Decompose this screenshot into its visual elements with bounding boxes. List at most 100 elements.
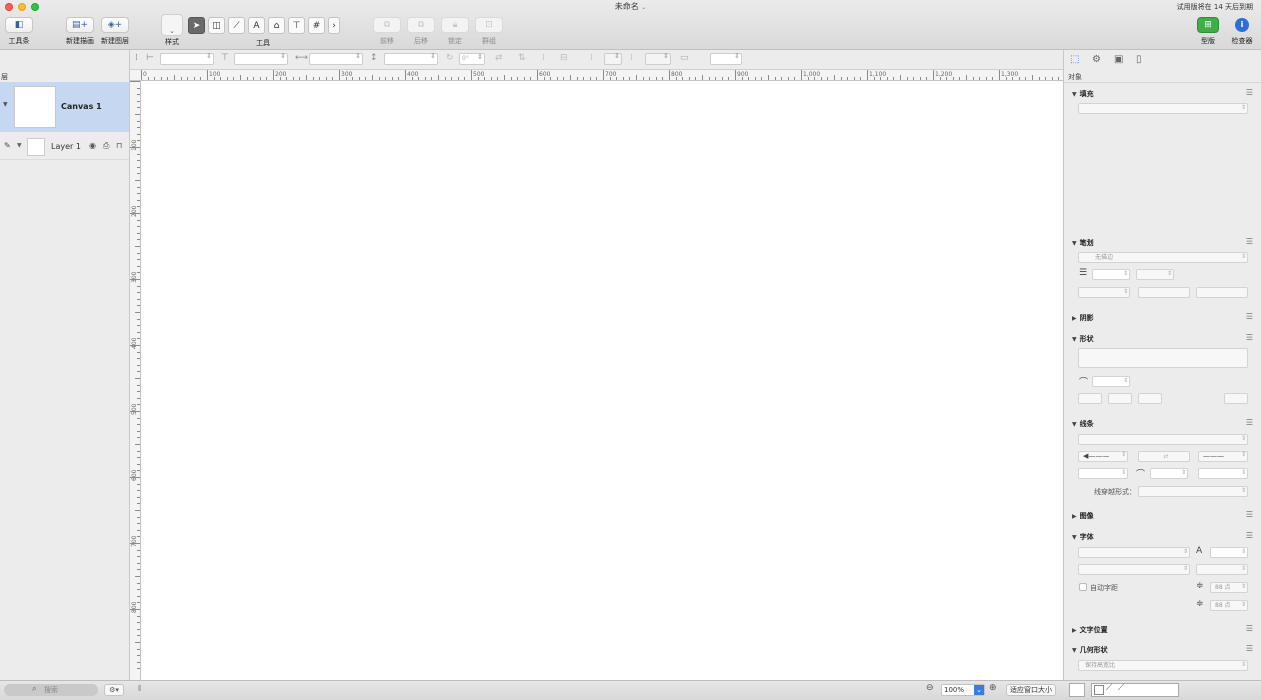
line-tail-scale-field[interactable]	[1198, 468, 1248, 479]
section-menu-icon[interactable]: ☰	[1246, 644, 1253, 653]
line-head-popup[interactable]: ◀———	[1078, 451, 1128, 462]
section-stroke[interactable]: ▼ 笔划	[1072, 238, 1094, 248]
section-menu-icon[interactable]: ☰	[1246, 510, 1253, 519]
arrange-icon[interactable]: ⁞	[630, 53, 633, 63]
gear-icon[interactable]: ⚙	[1092, 54, 1101, 65]
text-decoration-popup[interactable]	[1196, 564, 1248, 575]
fill-type-popup[interactable]	[1078, 103, 1248, 114]
shape-option-button[interactable]	[1224, 393, 1248, 404]
disclosure-triangle-icon[interactable]: ▼	[17, 142, 22, 149]
pen-tool-icon[interactable]: ⌂	[268, 17, 285, 34]
arrange-field[interactable]	[645, 52, 671, 65]
character-spacing-field[interactable]: 88 点	[1210, 582, 1248, 593]
bring-forward-button[interactable]: ⧉ 前移	[373, 17, 401, 46]
section-menu-icon[interactable]: ☰	[1246, 531, 1253, 540]
line-head-scale-field[interactable]	[1078, 468, 1128, 479]
height-field[interactable]	[384, 52, 438, 65]
x-position-field[interactable]	[160, 52, 214, 65]
align-menu-icon[interactable]: ⊟	[560, 53, 568, 63]
stroke-pattern-popup[interactable]	[1136, 269, 1174, 280]
zoom-out-icon[interactable]: ⊖	[926, 683, 934, 693]
layer-row[interactable]: ✎ ▼ Layer 1 ◉ ⎙ ⊓	[0, 134, 129, 160]
fill-color-well[interactable]	[1069, 683, 1085, 697]
drawing-canvas[interactable]	[141, 81, 1063, 680]
unlock-icon[interactable]: ⊓	[116, 141, 122, 150]
section-fill[interactable]: ▼ 填充	[1072, 89, 1094, 99]
y-position-field[interactable]	[234, 52, 288, 65]
line-style-icon[interactable]: ▭	[680, 53, 689, 63]
new-canvas-button[interactable]: ▤+ 新建描画	[64, 17, 96, 46]
eye-icon[interactable]: ◉	[89, 141, 96, 150]
object-inspector-tab-icon[interactable]: ⬚	[1070, 54, 1079, 65]
stroke-position-control[interactable]	[1196, 287, 1248, 298]
shape-option-button[interactable]	[1108, 393, 1132, 404]
gear-icon[interactable]: ⚙▾	[104, 684, 124, 696]
section-menu-icon[interactable]: ☰	[1246, 333, 1253, 342]
toolbar-button-toolbar[interactable]: ◧ 工具条	[5, 17, 33, 46]
line-width-field[interactable]	[710, 52, 742, 65]
text-tool-icon[interactable]: A	[248, 17, 265, 34]
section-text-position[interactable]: ▶ 文字位置	[1072, 625, 1108, 635]
line-crossing-popup[interactable]	[1138, 486, 1248, 497]
chevron-right-icon[interactable]: ›	[328, 17, 340, 34]
section-menu-icon[interactable]: ☰	[1246, 418, 1253, 427]
section-menu-icon[interactable]: ☰	[1246, 624, 1253, 633]
section-image[interactable]: ▶ 图像	[1072, 511, 1094, 521]
line-spacing-field[interactable]: 88 点	[1210, 600, 1248, 611]
stroke-width-field[interactable]	[1092, 269, 1130, 280]
font-size-field[interactable]	[1210, 547, 1248, 558]
search-field[interactable]: ⌕ 搜索	[4, 684, 98, 696]
stencils-button[interactable]: ⊞ 型版	[1195, 17, 1221, 46]
section-menu-icon[interactable]: ☰	[1246, 88, 1253, 97]
send-backward-button[interactable]: ⧉ 后移	[407, 17, 435, 46]
zoom-field[interactable]: 100% ⌄	[941, 684, 985, 696]
line-curve-field[interactable]	[1150, 468, 1188, 479]
style-button[interactable]: ⌄ 样式	[160, 14, 184, 47]
print-icon[interactable]: ⎙	[103, 141, 109, 151]
inspector-button[interactable]: i 检查器	[1228, 17, 1256, 46]
rotation-field[interactable]: 0°	[459, 52, 485, 65]
canvas-inspector-tab-icon[interactable]: ▣	[1114, 54, 1123, 65]
section-geometry[interactable]: ▼ 几何形状	[1072, 645, 1108, 655]
section-menu-icon[interactable]: ☰	[1246, 312, 1253, 321]
section-font[interactable]: ▼ 字体	[1072, 532, 1094, 542]
width-field[interactable]	[309, 52, 363, 65]
group-button[interactable]: ⊡ 群组	[475, 17, 503, 46]
corner-radius-field[interactable]	[1092, 376, 1130, 387]
section-shape[interactable]: ▼ 形状	[1072, 334, 1094, 344]
stroke-type-popup[interactable]: 无描边	[1078, 252, 1248, 263]
line-tool-icon[interactable]: ⟋	[228, 17, 245, 34]
pencil-icon[interactable]: ✎	[4, 141, 11, 150]
stroke-color-well[interactable]: ⟋ ⟋	[1091, 683, 1179, 697]
distribute-icon[interactable]: ⁞	[590, 53, 593, 63]
trial-notice[interactable]: 试用版将在 14 天后到期	[1177, 2, 1253, 12]
line-type-popup[interactable]	[1078, 434, 1248, 445]
chevron-down-icon[interactable]: ⌄	[641, 4, 646, 11]
shape-option-button[interactable]	[1138, 393, 1162, 404]
grid-tool-icon[interactable]: #	[308, 17, 325, 34]
resize-handle-icon[interactable]: ⦀	[138, 684, 142, 694]
selection-tool-icon[interactable]: ➤	[188, 17, 205, 34]
stroke-corner-control[interactable]	[1138, 287, 1190, 298]
fit-window-button[interactable]: 适应窗口大小	[1006, 684, 1056, 696]
canvas-row[interactable]: ▼ Canvas 1	[0, 82, 129, 132]
keep-aspect-popup[interactable]: 保持高宽比	[1078, 660, 1248, 671]
flip-horizontal-icon[interactable]: ⇄	[495, 53, 503, 63]
chevron-down-icon[interactable]: ⌄	[974, 685, 984, 695]
auto-kerning-checkbox[interactable]	[1079, 583, 1087, 591]
stroke-cap-popup[interactable]	[1078, 287, 1130, 298]
font-family-popup[interactable]	[1078, 547, 1190, 558]
new-layer-button[interactable]: ◈+ 新建图层	[99, 17, 131, 46]
diagram-tool-icon[interactable]: ⊤	[288, 17, 305, 34]
swap-ends-button[interactable]: ⇄	[1138, 451, 1190, 462]
distribute-field[interactable]	[604, 52, 622, 65]
line-tail-popup[interactable]: ———	[1198, 451, 1248, 462]
document-icon[interactable]: ▯	[1136, 54, 1142, 65]
section-shadow[interactable]: ▶ 阴影	[1072, 313, 1094, 323]
shape-picker[interactable]	[1078, 348, 1248, 368]
align-icon[interactable]: ⁞	[542, 53, 545, 63]
flip-vertical-icon[interactable]: ⇅	[518, 53, 526, 63]
lock-button[interactable]: 🔒︎ 锁定	[441, 17, 469, 46]
disclosure-triangle-icon[interactable]: ▼	[3, 101, 8, 108]
shape-tool-icon[interactable]: ◫	[208, 17, 225, 34]
